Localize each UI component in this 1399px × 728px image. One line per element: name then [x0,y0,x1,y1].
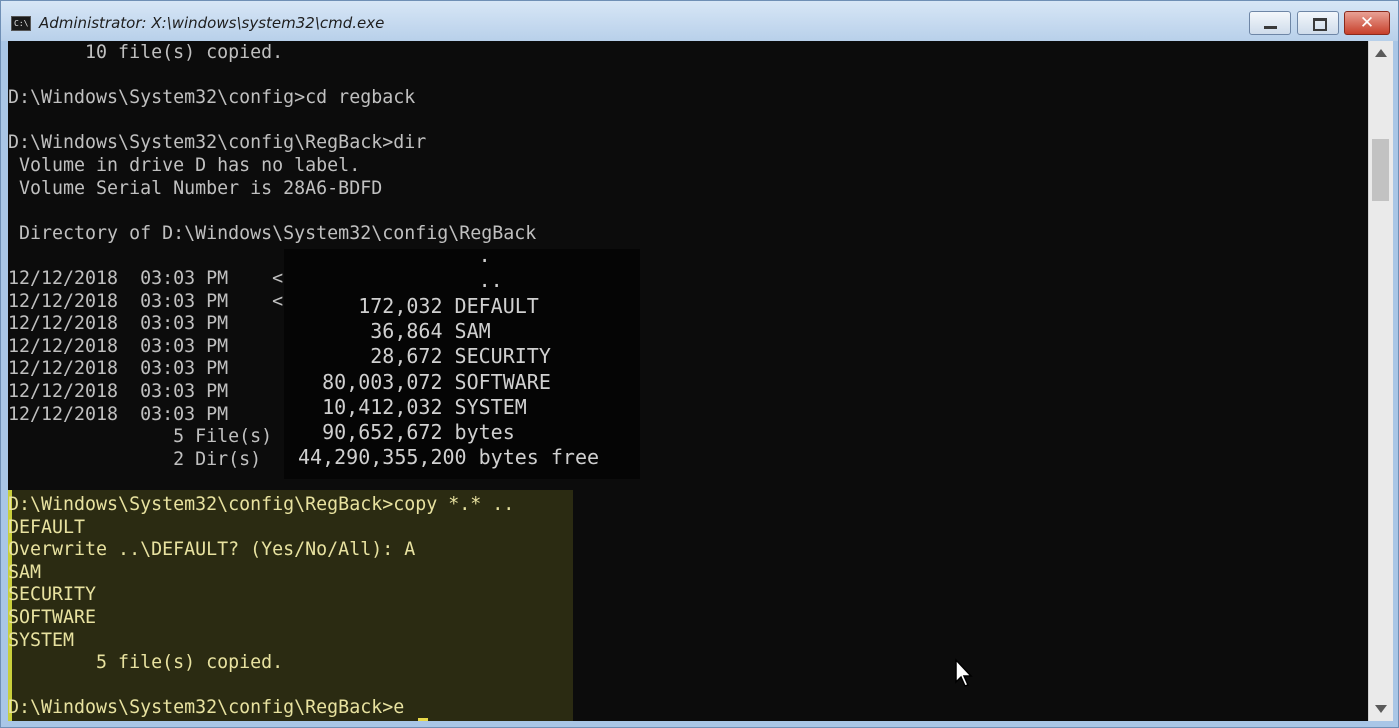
scroll-down-arrow-icon[interactable] [1375,705,1387,713]
console-output[interactable]: 10 file(s) copied. D:\Windows\System32\co… [8,41,1368,721]
zoom-line: 80,003,072 SOFTWARE [298,370,551,394]
zoom-line: .. [298,268,503,292]
zoomed-dir-listing: . .. 172,032 DEFAULT 36,864 SAM 28,672 S… [284,243,640,479]
console-line: D:\Windows\System32\config>cd regback [8,87,416,108]
text-cursor [418,718,428,721]
zoom-line: 90,652,672 bytes [298,420,515,444]
console-line: 12/12/2018 03:03 PM < [8,291,284,312]
console-line: Volume in drive D has no label. [8,155,361,176]
title-bar[interactable]: C:\ Administrator: X:\windows\system32\c… [1,1,1398,41]
zoom-line: . [298,243,491,267]
maximize-button[interactable] [1297,11,1339,35]
console-line: DEFAULT [8,517,86,538]
console-line: 5 file(s) copied. [8,652,284,673]
console-line: 12/12/2018 03:03 PM [8,358,229,379]
console-line: Directory of D:\Windows\System32\config\… [8,223,537,244]
vertical-scrollbar[interactable] [1368,41,1393,721]
zoom-line: 44,290,355,200 bytes free [298,445,600,469]
console-line: 12/12/2018 03:03 PM [8,336,229,357]
mouse-pointer-icon [955,658,973,687]
maximize-icon [1313,18,1327,31]
zoom-line: 10,412,032 SYSTEM [298,395,527,419]
window-title: Administrator: X:\windows\system32\cmd.e… [39,14,385,32]
zoom-line: 28,672 SECURITY [298,344,551,368]
console-line: 5 File(s) [8,426,273,447]
scrollbar-thumb[interactable] [1372,139,1389,201]
console-line: 2 Dir(s) [8,449,262,470]
console-line: Volume Serial Number is 28A6-BDFD [8,178,383,199]
console-line: D:\Windows\System32\config\RegBack>e [8,697,405,718]
console-line: 12/12/2018 03:03 PM [8,313,229,334]
minimize-icon [1264,26,1277,29]
console-line: Overwrite ..\DEFAULT? (Yes/No/All): A [8,539,416,560]
console-line: D:\Windows\System32\config\RegBack>copy … [8,494,515,515]
cmd-icon[interactable]: C:\ [11,16,31,31]
minimize-button[interactable] [1249,11,1291,35]
console-line: 10 file(s) copied. [8,42,284,63]
cmd-window: C:\ Administrator: X:\windows\system32\c… [0,0,1399,728]
scroll-up-arrow-icon[interactable] [1375,49,1387,57]
console-line: SECURITY [8,584,97,605]
zoom-line: 172,032 DEFAULT [298,294,539,318]
console-line: D:\Windows\System32\config\RegBack>dir [8,132,427,153]
console-line: SYSTEM [8,630,75,651]
zoom-line: 36,864 SAM [298,319,491,343]
console-line: SOFTWARE [8,607,97,628]
close-icon: ✕ [1359,13,1375,33]
console-line: 12/12/2018 03:03 PM [8,381,229,402]
console-line: 12/12/2018 03:03 PM < [8,268,284,289]
console-line: 12/12/2018 03:03 PM [8,404,229,425]
close-button[interactable]: ✕ [1344,11,1390,35]
console-line: SAM [8,562,42,583]
